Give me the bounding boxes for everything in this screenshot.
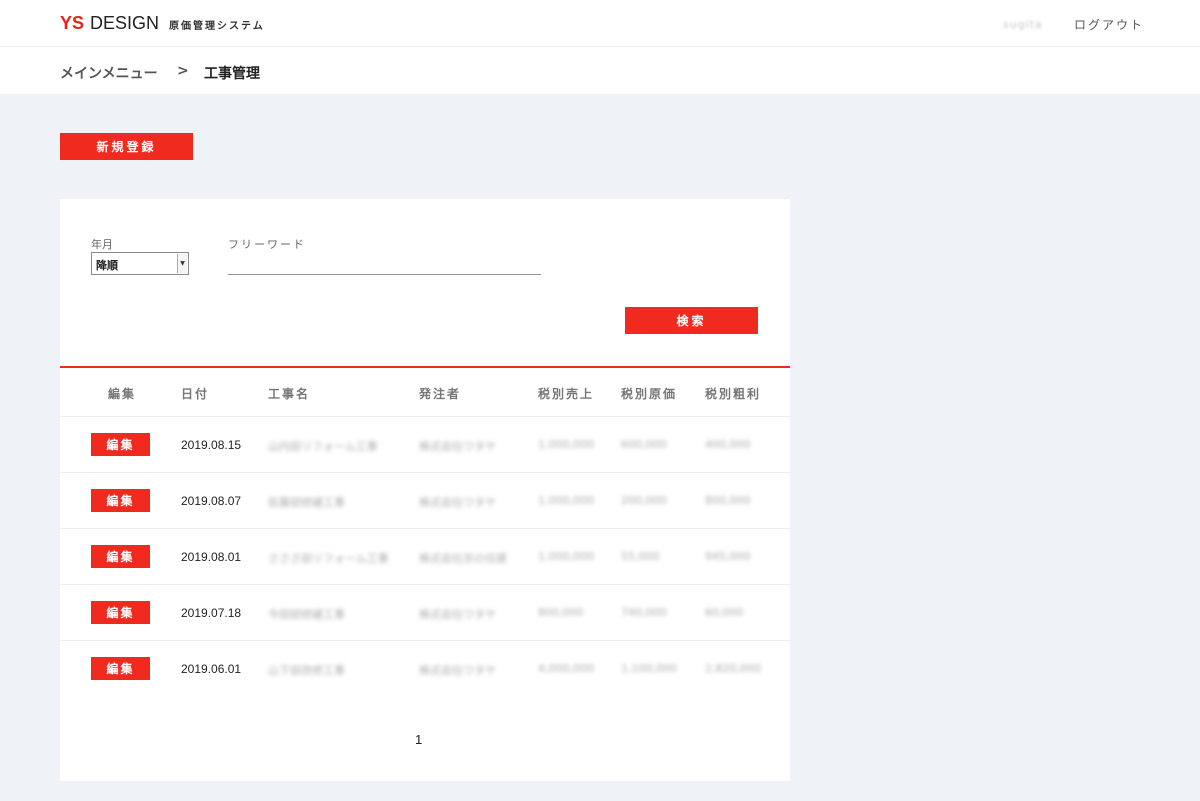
year-month-select[interactable]: 降順 ▼ [91, 252, 189, 275]
row-sales: 1,000,000 [538, 494, 594, 507]
row-profit: 2,820,000 [705, 662, 761, 675]
row-sales: 4,000,000 [538, 662, 594, 675]
row-client: 株式会社ワタヤ [419, 664, 496, 677]
row-construction-name: 山下邸改修工事 [268, 664, 345, 677]
row-cost: 740,000 [621, 606, 667, 619]
column-header-edit: 編集 [108, 387, 137, 401]
edit-button[interactable]: 編集 [91, 433, 150, 456]
top-header: YS DESIGN 原価管理システム sugita ログアウト [0, 0, 1200, 47]
row-date: 2019.07.18 [181, 606, 242, 620]
row-date: 2019.08.15 [181, 438, 242, 452]
row-cost: 55,000 [621, 550, 660, 563]
logout-link[interactable]: ログアウト [1074, 16, 1144, 33]
app-logo[interactable]: YS DESIGN 原価管理システム [60, 13, 265, 34]
row-client: 株式会社ワタヤ [419, 608, 496, 621]
year-month-label: 年月 [91, 238, 113, 251]
breadcrumb: メインメニュー > 工事管理 [0, 47, 1200, 94]
logo-subtitle: 原価管理システム [169, 21, 265, 32]
freeword-input[interactable] [228, 257, 541, 275]
page-title: 工事管理 [204, 66, 260, 82]
table-row: 編集 2019.08.01 さささ邸リフォーム工事 株式会社京の住建 1,000… [60, 528, 790, 584]
section-divider [60, 366, 790, 368]
row-sales: 800,000 [538, 606, 584, 619]
row-client: 株式会社ワタヤ [419, 440, 496, 453]
table-row: 編集 2019.08.15 山内邸リフォーム工事 株式会社ワタヤ 1,000,0… [60, 416, 790, 472]
row-construction-name: さささ邸リフォーム工事 [268, 552, 389, 565]
row-client: 株式会社ワタヤ [419, 496, 496, 509]
edit-button[interactable]: 編集 [91, 657, 150, 680]
user-name: sugita [1003, 18, 1043, 31]
row-sales: 1,000,000 [538, 438, 594, 451]
chevron-down-icon: ▼ [177, 254, 187, 273]
year-month-selected-value: 降順 [96, 259, 118, 272]
row-cost: 600,000 [621, 438, 667, 451]
search-button[interactable]: 検索 [625, 307, 758, 334]
column-header-date: 日付 [181, 387, 210, 401]
row-date: 2019.08.07 [181, 494, 242, 508]
table-row: 編集 2019.07.18 今田邸修繕工事 株式会社ワタヤ 800,000 74… [60, 584, 790, 640]
construction-list-panel: 年月 降順 ▼ フリーワード 検索 編集 日付 工事名 発注者 税別売上 税別原… [60, 199, 790, 781]
table-row: 編集 2019.06.01 山下邸改修工事 株式会社ワタヤ 4,000,000 … [60, 640, 790, 696]
column-header-name: 工事名 [268, 387, 311, 401]
pagination-page-1[interactable]: 1 [415, 732, 422, 747]
column-header-sales: 税別売上 [538, 387, 595, 401]
breadcrumb-separator: > [177, 63, 189, 79]
row-profit: 400,000 [705, 438, 751, 451]
row-date: 2019.06.01 [181, 662, 242, 676]
freeword-label: フリーワード [228, 238, 306, 251]
row-construction-name: 山内邸リフォーム工事 [268, 440, 378, 453]
column-header-client: 発注者 [419, 387, 462, 401]
table-row: 編集 2019.08.07 佐藤邸修繕工事 株式会社ワタヤ 1,000,000 … [60, 472, 790, 528]
logo-ys-text: YS [60, 13, 85, 33]
row-profit: 60,000 [705, 606, 744, 619]
row-profit: 945,000 [705, 550, 751, 563]
breadcrumb-main-menu[interactable]: メインメニュー [60, 63, 158, 83]
row-profit: 800,000 [705, 494, 751, 507]
edit-button[interactable]: 編集 [91, 489, 150, 512]
column-header-profit: 税別粗利 [705, 387, 762, 401]
row-date: 2019.08.01 [181, 550, 242, 564]
column-header-cost: 税別原価 [621, 387, 678, 401]
row-construction-name: 今田邸修繕工事 [268, 608, 345, 621]
logo-design-text: DESIGN [90, 13, 160, 33]
edit-button[interactable]: 編集 [91, 601, 150, 624]
row-cost: 1,100,000 [621, 662, 677, 675]
new-register-button[interactable]: 新規登録 [60, 133, 193, 160]
edit-button[interactable]: 編集 [91, 545, 150, 568]
row-cost: 200,000 [621, 494, 667, 507]
row-client: 株式会社京の住建 [419, 552, 507, 565]
row-sales: 1,000,000 [538, 550, 594, 563]
row-construction-name: 佐藤邸修繕工事 [268, 496, 345, 509]
